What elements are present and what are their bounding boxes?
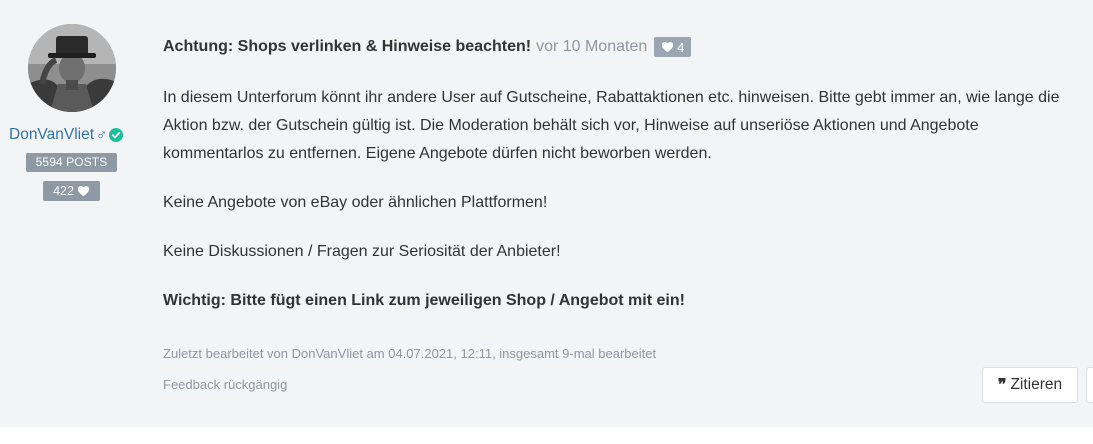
- heart-icon: [77, 186, 90, 197]
- post-likes-count: 4: [677, 39, 685, 55]
- post-body: In diesem Unterforum könnt ihr andere Us…: [163, 84, 1063, 336]
- avatar-image: [28, 24, 116, 112]
- avatar[interactable]: [28, 24, 116, 112]
- author-name-row: DonVanVliet ♂: [9, 124, 124, 146]
- edited-note: Zuletzt bearbeitet von DonVanVliet am 04…: [163, 346, 657, 361]
- posts-count-badge[interactable]: 5594 POSTS: [26, 153, 117, 172]
- bottom-strip: [0, 427, 1093, 444]
- heart-icon: [661, 42, 674, 53]
- verified-check-icon: [109, 128, 124, 142]
- likes-count: 422: [53, 184, 74, 198]
- author-name[interactable]: DonVanVliet: [9, 126, 94, 144]
- post-paragraph-important: Wichtig: Bitte fügt einen Link zum jewei…: [163, 292, 685, 309]
- more-actions-button[interactable]: [1086, 367, 1093, 403]
- post-likes-badge[interactable]: 4: [654, 37, 692, 57]
- post-paragraph: In diesem Unterforum könnt ihr andere Us…: [163, 89, 1060, 162]
- post-time[interactable]: vor 10 Monaten: [536, 38, 647, 56]
- likes-count-badge: 422: [43, 181, 100, 201]
- quote-button-label: Zitieren: [1010, 376, 1063, 393]
- post-title: Achtung: Shops verlinken & Hinweise beac…: [163, 38, 532, 55]
- male-icon: ♂: [96, 126, 108, 144]
- feedback-undo-link[interactable]: Feedback rückgängig: [163, 377, 287, 392]
- post-header: Achtung: Shops verlinken & Hinweise beac…: [163, 36, 692, 58]
- post-paragraph: Keine Diskussionen / Fragen zur Seriosit…: [163, 243, 561, 260]
- quote-icon: ❞: [997, 375, 1007, 394]
- post-paragraph: Keine Angebote von eBay oder ähnlichen P…: [163, 194, 548, 211]
- quote-button[interactable]: ❞ Zitieren: [982, 367, 1078, 403]
